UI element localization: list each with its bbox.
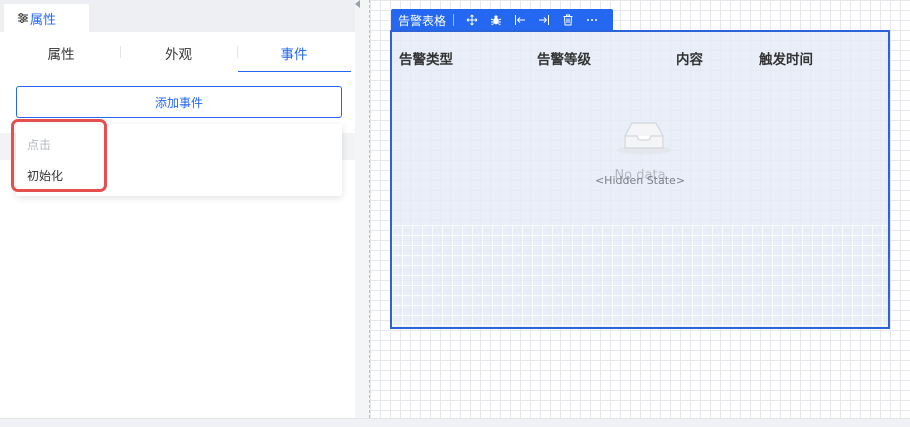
move-icon[interactable]	[460, 9, 484, 31]
alarm-table-component[interactable]: 告警类型 告警等级 内容 触发时间 No data <Hidden State>	[390, 30, 890, 329]
empty-inbox-icon	[617, 122, 671, 155]
collapse-arrow-icon[interactable]	[355, 0, 360, 8]
tab-properties[interactable]: 属性	[4, 4, 89, 32]
panel-tab-bar: 属性	[0, 0, 355, 32]
column-header-content: 内容	[676, 52, 703, 68]
column-header-alarm-type: 告警类型	[399, 52, 453, 68]
sub-tab-appearance[interactable]: 外观	[120, 32, 237, 73]
component-name: 告警表格	[398, 13, 447, 28]
bug-icon[interactable]	[484, 9, 508, 31]
table-grid-overlay	[392, 225, 888, 327]
column-header-alarm-level: 告警等级	[537, 52, 591, 68]
low-code-editor: 属性 属性 外观 事件 添加事件 点击 初始化 告警表格 告警类型 告警等级 内…	[0, 0, 910, 427]
sub-tab-attributes[interactable]: 属性	[2, 32, 120, 73]
tab-properties-label: 属性	[30, 12, 57, 28]
align-left-icon[interactable]	[508, 9, 532, 31]
active-tab-underline	[238, 71, 351, 72]
component-toolbar: 告警表格	[391, 9, 613, 31]
sliders-icon	[18, 13, 28, 23]
annotation-highlight-box	[11, 119, 107, 192]
more-icon[interactable]	[580, 9, 604, 31]
panel-splitter[interactable]	[355, 0, 370, 418]
table-header-row: 告警类型 告警等级 内容 触发时间	[392, 32, 888, 78]
bottom-scrollbar[interactable]	[0, 418, 910, 427]
property-sub-tabs: 属性 外观 事件	[0, 32, 355, 73]
toolbar-divider	[453, 14, 454, 26]
align-right-icon[interactable]	[532, 9, 556, 31]
hidden-state-label: <Hidden State>	[594, 174, 686, 187]
property-panel: 属性 属性 外观 事件 添加事件 点击 初始化	[0, 0, 355, 418]
sub-tab-events[interactable]: 事件	[237, 32, 351, 73]
add-event-button[interactable]: 添加事件	[16, 86, 342, 118]
delete-icon[interactable]	[556, 9, 580, 31]
column-header-trigger-time: 触发时间	[759, 52, 813, 68]
